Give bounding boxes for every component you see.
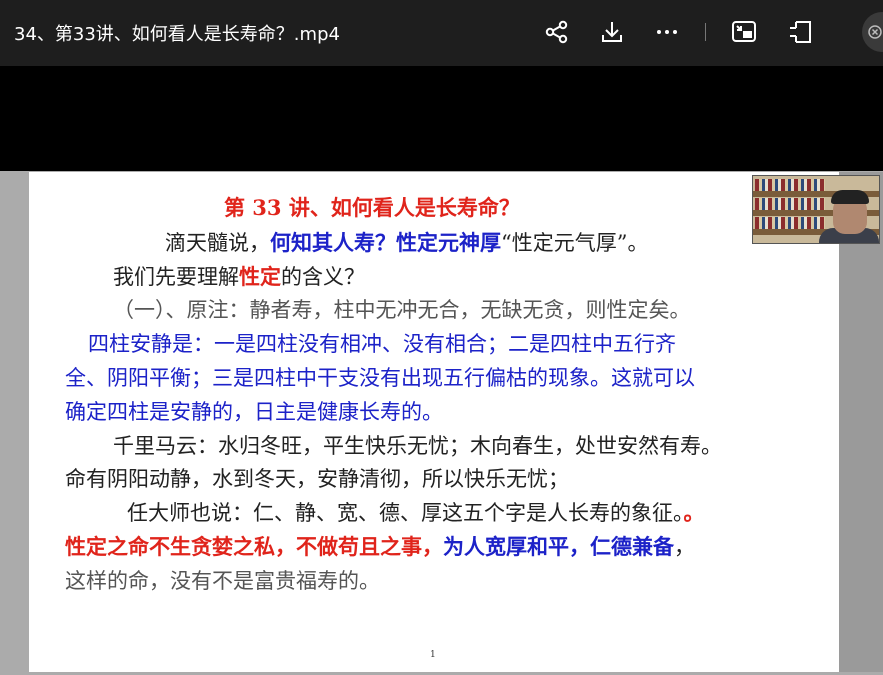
slide-heading: 第 33 讲、如何看人是长寿命？ xyxy=(224,195,520,220)
slide-paragraph-7: 性定之命不生贪婪之私，不做苟且之事，为人宽厚和平，仁德兼备， xyxy=(65,534,695,559)
slide-paragraph-1: 滴天髓说，何知其人寿？性定元神厚“性定元气厚”。 xyxy=(165,230,649,255)
fullscreen-icon[interactable] xyxy=(785,17,815,47)
more-icon[interactable] xyxy=(652,17,682,47)
toolbar-separator xyxy=(705,23,706,41)
slide-paragraph-5-line-1: 千里马云：水归冬旺，平生快乐无忧；木向春生，处世安然有寿。 xyxy=(113,434,722,458)
slide-paragraph-4-line-2: 全、阴阳平衡；三是四柱中干支没有出现五行偏枯的现象。这就可以 xyxy=(65,366,695,390)
slide-right-margin xyxy=(839,172,883,672)
presenter-hair xyxy=(831,190,869,204)
slide-page-number: 1 xyxy=(430,650,436,660)
bookshelf-books xyxy=(755,198,825,210)
slide-paragraph-4-line-3: 确定四柱是安静的，日主是健康长寿的。 xyxy=(65,400,443,424)
slide-paragraph-3: （一）、原注：静者寿，柱中无冲无合，无缺无贪，则性定矣。 xyxy=(113,298,691,322)
video-title: 34、第33讲、如何看人是长寿命？.mp4 xyxy=(14,24,340,45)
webcam-overlay xyxy=(752,175,880,244)
title-bar: 34、第33讲、如何看人是长寿命？.mp4 xyxy=(0,0,883,66)
bookshelf-books xyxy=(755,217,825,229)
slide-paragraph-4-line-1: 四柱安静是：一是四柱没有相冲、没有相合；二是四柱中五行齐 xyxy=(88,332,676,356)
slide-paragraph-5-line-2: 命有阴阳动静，水到冬天，安静清彻，所以快乐无忧； xyxy=(65,467,569,491)
download-icon[interactable] xyxy=(597,17,627,47)
share-icon[interactable] xyxy=(542,17,572,47)
picture-in-picture-icon[interactable] xyxy=(729,17,759,47)
slide-paragraph-2: 我们先要理解性定的含义？ xyxy=(113,264,365,289)
bookshelf-books xyxy=(755,179,825,191)
slide-paragraph-6: 任大师也说：仁、静、宽、德、厚这五个字是人长寿的象征。。 xyxy=(127,500,705,525)
slide-paragraph-8: 这样的命，没有不是富贵福寿的。 xyxy=(65,569,380,593)
side-panel-toggle[interactable] xyxy=(862,12,883,52)
